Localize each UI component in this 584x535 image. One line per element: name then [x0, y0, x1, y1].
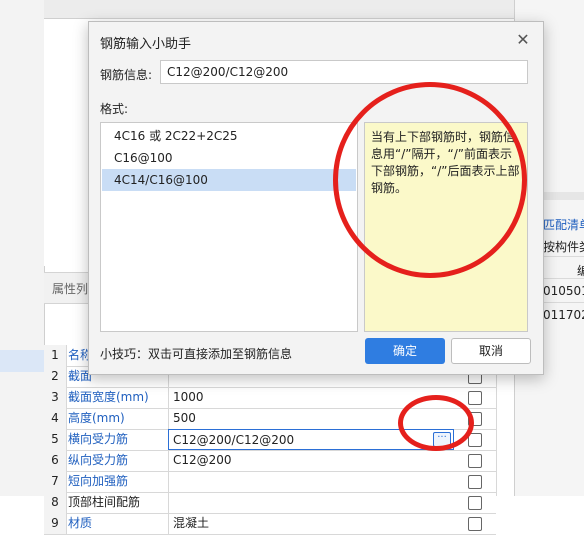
left-navigation-strip [0, 0, 44, 496]
row-number: 2 [44, 366, 67, 387]
annotation-circle-ellipsis [398, 395, 474, 451]
top-toolbar [44, 0, 514, 19]
table-row[interactable]: 7 短向加强筋 [44, 471, 496, 493]
rebar-info-label: 钢筋信息: [100, 68, 153, 82]
row-number: 1 [44, 345, 67, 366]
close-icon[interactable]: ✕ [513, 30, 533, 50]
tip-text: 小技巧：双击可直接添加至钢筋信息 [100, 347, 293, 361]
component-type-header: 按构件类 [543, 240, 584, 254]
property-name: 高度(mm) [68, 411, 125, 425]
row-number: 4 [44, 408, 67, 429]
ok-button[interactable]: 确定 [365, 338, 445, 364]
property-value[interactable]: C12@200 [168, 450, 454, 471]
row-number: 8 [44, 492, 67, 513]
property-name: 材质 [68, 516, 93, 530]
property-name: 短向加强筋 [68, 474, 129, 488]
cancel-button[interactable]: 取消 [451, 338, 531, 364]
list-item[interactable]: C16@100 [102, 147, 356, 169]
list-item[interactable]: 010501 [543, 284, 584, 298]
format-label: 格式: [100, 102, 129, 116]
table-row[interactable]: 8 顶部柱间配筋 [44, 492, 496, 514]
list-item[interactable]: 4C16 或 2C22+2C25 [102, 125, 356, 147]
format-list[interactable]: 4C16 或 2C22+2C25 C16@100 4C14/C16@100 [100, 122, 358, 332]
rebar-info-input[interactable]: C12@200/C12@200 [160, 60, 528, 84]
left-strip-selected-item[interactable] [0, 350, 44, 372]
list-item[interactable]: 011702 [543, 308, 584, 322]
attach-checkbox[interactable] [468, 475, 482, 489]
row-number: 7 [44, 471, 67, 492]
property-value[interactable]: 混凝土 [168, 513, 454, 534]
property-name: 截面宽度(mm) [68, 390, 149, 404]
row-number: 5 [44, 429, 67, 450]
match-list-link[interactable]: 匹配清单 [543, 216, 584, 233]
table-row[interactable]: 6 纵向受力筋 C12@200 [44, 450, 496, 472]
row-number: 6 [44, 450, 67, 471]
property-name: 顶部柱间配筋 [68, 495, 141, 509]
code-column-header: 编 [577, 264, 584, 278]
list-item-selected[interactable]: 4C14/C16@100 [102, 169, 356, 191]
property-name: 纵向受力筋 [68, 453, 129, 467]
property-value[interactable] [168, 492, 454, 513]
property-name: 横向受力筋 [68, 432, 129, 446]
row-number: 3 [44, 387, 67, 408]
attach-checkbox[interactable] [468, 496, 482, 510]
table-row[interactable]: 9 材质 混凝土 [44, 513, 496, 535]
attach-checkbox[interactable] [468, 517, 482, 531]
row-number: 9 [44, 513, 67, 534]
property-value[interactable] [168, 471, 454, 492]
properties-panel-title: 属性列 [52, 282, 89, 296]
annotation-circle-hint [333, 82, 527, 278]
attach-checkbox[interactable] [468, 454, 482, 468]
attach-checkbox[interactable] [468, 391, 482, 405]
dialog-title: 钢筋输入小助手 [100, 37, 192, 52]
